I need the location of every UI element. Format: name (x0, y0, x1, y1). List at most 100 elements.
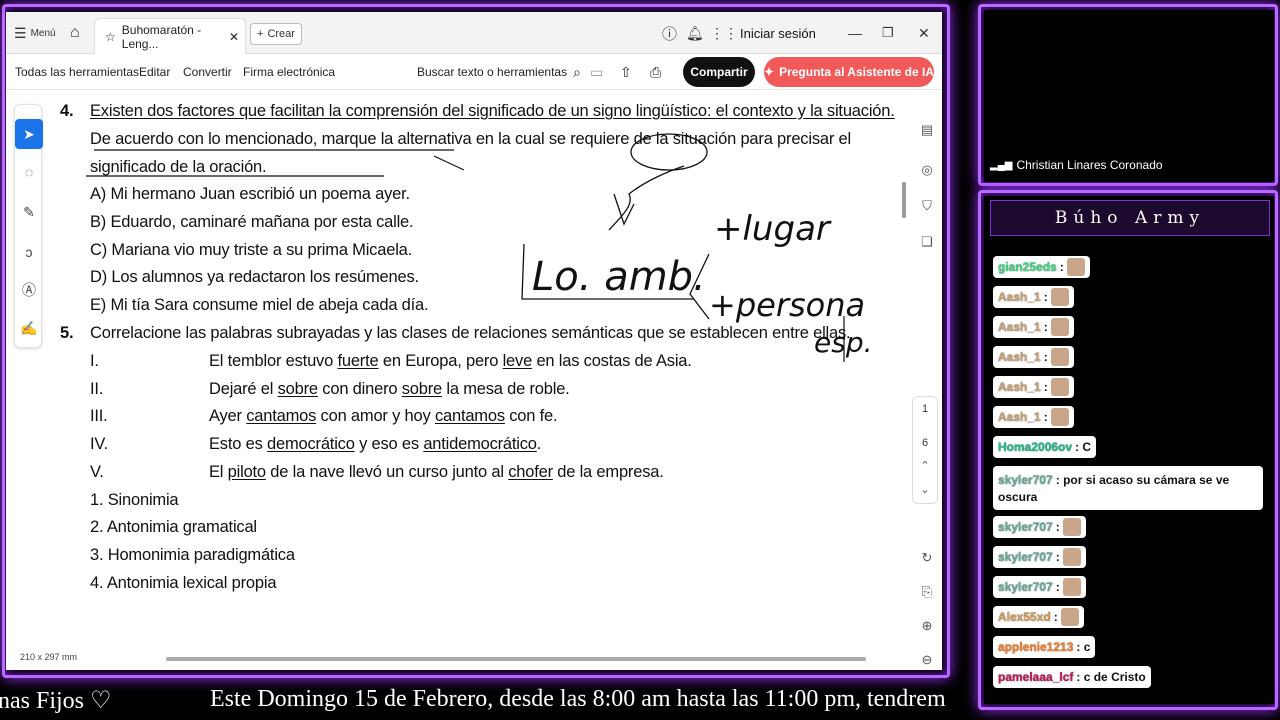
chat-message-row: applenie1213: c (998, 640, 1090, 654)
close-window-icon[interactable]: ✕ (918, 12, 930, 54)
chat-message: Aash_1: (993, 286, 1074, 308)
draw-freehand-icon[interactable]: ↄ (15, 237, 43, 267)
chat-username[interactable]: skyler707 (998, 550, 1053, 564)
stamp-sign-icon[interactable]: ✍ (15, 313, 43, 343)
ink-annotations: Lo. amb. +lugar +persona esp. (86, 133, 873, 362)
refresh-icon[interactable]: ↻ (912, 546, 942, 570)
emote-icon (1062, 518, 1081, 536)
minimize-icon[interactable]: — (848, 12, 862, 54)
bookmark-icon[interactable]: ⛉ (912, 194, 942, 218)
convert-menu[interactable]: Convertir (183, 54, 232, 90)
signal-bars-icon: ▂▄▆ (990, 159, 1013, 171)
ai-chat-icon: ✦ (764, 65, 775, 79)
page-dimensions: 210 x 297 mm (20, 652, 78, 662)
chat-text: : (1043, 350, 1048, 364)
share-button[interactable]: Compartir (683, 57, 755, 87)
star-icon: ☆ (105, 29, 116, 44)
pdf-viewer-window: ☰ Menú ⌂ ☆ Buhomaratón - Leng... ✕ + Crear ⓘ… (6, 12, 942, 670)
chat-text: : (1059, 260, 1064, 274)
edit-menu[interactable]: Editar (139, 54, 170, 90)
chat-username[interactable]: skyler707 (998, 520, 1053, 534)
emote-icon (1050, 288, 1069, 306)
chat-message-row: skyler707: por si acaso su cámara se ve (998, 473, 1229, 487)
annotation-toolbar: ➤ ◌ ✎ ↄ Ⓐ ✍ (14, 104, 43, 348)
right-side-panel: ▤ ◎ ⛉ ❏ ↻ ⎘ ⊕ ⊖ (912, 100, 942, 667)
menu-button[interactable]: ☰ Menú (14, 12, 56, 54)
chat-username[interactable]: Aash_1 (998, 320, 1041, 334)
chat-message-row: pamelaaa_lcf: c de Cristo (998, 670, 1146, 684)
chat-username[interactable]: gian25eds (998, 260, 1057, 274)
chat-message: skyler707: (993, 576, 1086, 598)
comment-panel-icon[interactable]: ◎ (912, 158, 942, 182)
page-navigator: 1 6 ⌃ ⌄ (912, 396, 938, 504)
chat-username[interactable]: applenie1213 (998, 640, 1073, 654)
zoom-in-icon[interactable]: ⊕ (912, 614, 942, 638)
esign-menu[interactable]: Firma electrónica (243, 54, 335, 90)
edit-pdf-icon[interactable]: ▤ (912, 118, 942, 142)
upload-icon[interactable]: ⇧ (620, 54, 632, 90)
total-pages: 6 (921, 437, 929, 449)
chat-username[interactable]: Alex55xd (998, 610, 1051, 624)
emote-icon (1050, 378, 1069, 396)
close-tab-icon[interactable]: ✕ (229, 30, 239, 44)
emote-icon (1050, 348, 1069, 366)
next-page-icon[interactable]: ⌄ (913, 483, 937, 496)
chat-message: skyler707: (993, 546, 1086, 568)
zoom-out-icon[interactable]: ⊖ (912, 648, 942, 670)
chat-message: skyler707: por si acaso su cámara se ve o… (993, 466, 1263, 510)
webcam-panel: ▂▄▆ Christian Linares Coronado (984, 10, 1274, 182)
chat-username[interactable]: Aash_1 (998, 410, 1041, 424)
select-cursor-icon[interactable]: ➤ (15, 119, 43, 149)
chat-username[interactable]: pamelaaa_lcf (998, 670, 1073, 684)
highlight-pen-icon[interactable]: ✎ (15, 197, 43, 227)
emote-icon (1066, 258, 1085, 276)
document-page: 4. Existen dos factores que facilitan la… (54, 94, 904, 654)
ai-assistant-button[interactable]: ✦ Pregunta al Asistente de IA (764, 57, 934, 87)
new-tab-button[interactable]: + Crear (250, 23, 302, 45)
chat-message-row: skyler707: (998, 578, 1081, 596)
chat-username[interactable]: Aash_1 (998, 380, 1041, 394)
text-box-icon[interactable]: Ⓐ (15, 275, 43, 305)
signin-link[interactable]: Iniciar sesión (740, 12, 816, 54)
chat-text: : (1043, 410, 1048, 424)
pages-icon[interactable]: ❏ (912, 230, 942, 254)
chat-text-continued: oscura (998, 489, 1038, 504)
chat-message-row: Aash_1: (998, 408, 1069, 426)
chat-username[interactable]: skyler707 (998, 580, 1053, 594)
home-icon[interactable]: ⌂ (70, 12, 80, 54)
bell-icon[interactable]: 🔔︎ (686, 12, 704, 54)
emote-icon (1050, 408, 1069, 426)
prev-page-icon[interactable]: ⌃ (913, 459, 937, 472)
all-tools-menu[interactable]: Todas las herramientas (15, 54, 139, 90)
search-label: Buscar texto o herramientas (417, 65, 568, 79)
chat-message: Aash_1: (993, 406, 1074, 428)
chat-title: Búho Army (990, 200, 1270, 236)
help-icon[interactable]: ⓘ (662, 12, 677, 54)
chat-message: pamelaaa_lcf: c de Cristo (993, 666, 1151, 688)
stream-overlay: { "browser":{"menu":"Menú","tab_title":"… (0, 0, 1280, 720)
chat-text: : C (1075, 440, 1092, 454)
current-page[interactable]: 1 (913, 403, 937, 415)
news-ticker: nas Fijos ♡ Este Domingo 15 de Febrero, … (0, 686, 960, 720)
horizontal-scrollbar[interactable] (166, 657, 866, 661)
chat-username[interactable]: skyler707 (998, 473, 1053, 487)
handwritten-esp: esp. (814, 326, 873, 359)
emote-icon (1050, 318, 1069, 336)
camera-label: ▂▄▆ Christian Linares Coronado (990, 158, 1163, 172)
chat-message-row: gian25eds: (998, 258, 1085, 276)
chat-username[interactable]: Aash_1 (998, 290, 1041, 304)
chat-username[interactable]: Homa2006ov (998, 440, 1072, 454)
emote-icon (1060, 608, 1079, 626)
fit-page-icon[interactable]: ⎘ (912, 580, 942, 604)
comment-icon[interactable]: ◌ (15, 157, 43, 187)
print-icon[interactable]: ⎙ (650, 54, 661, 90)
chat-message: Aash_1: (993, 376, 1074, 398)
vertical-scrollbar[interactable] (902, 182, 906, 218)
apps-grid-icon[interactable]: ⋮⋮ (710, 12, 738, 54)
tab-document[interactable]: ☆ Buhomaratón - Leng... ✕ (94, 18, 246, 54)
chat-username[interactable]: Aash_1 (998, 350, 1041, 364)
chat-text: : c de Cristo (1076, 670, 1146, 684)
search-tools[interactable]: Buscar texto o herramientas ⌕ (417, 54, 581, 90)
restore-icon[interactable]: ❐ (882, 12, 894, 54)
save-icon[interactable]: ▭ (590, 54, 603, 90)
